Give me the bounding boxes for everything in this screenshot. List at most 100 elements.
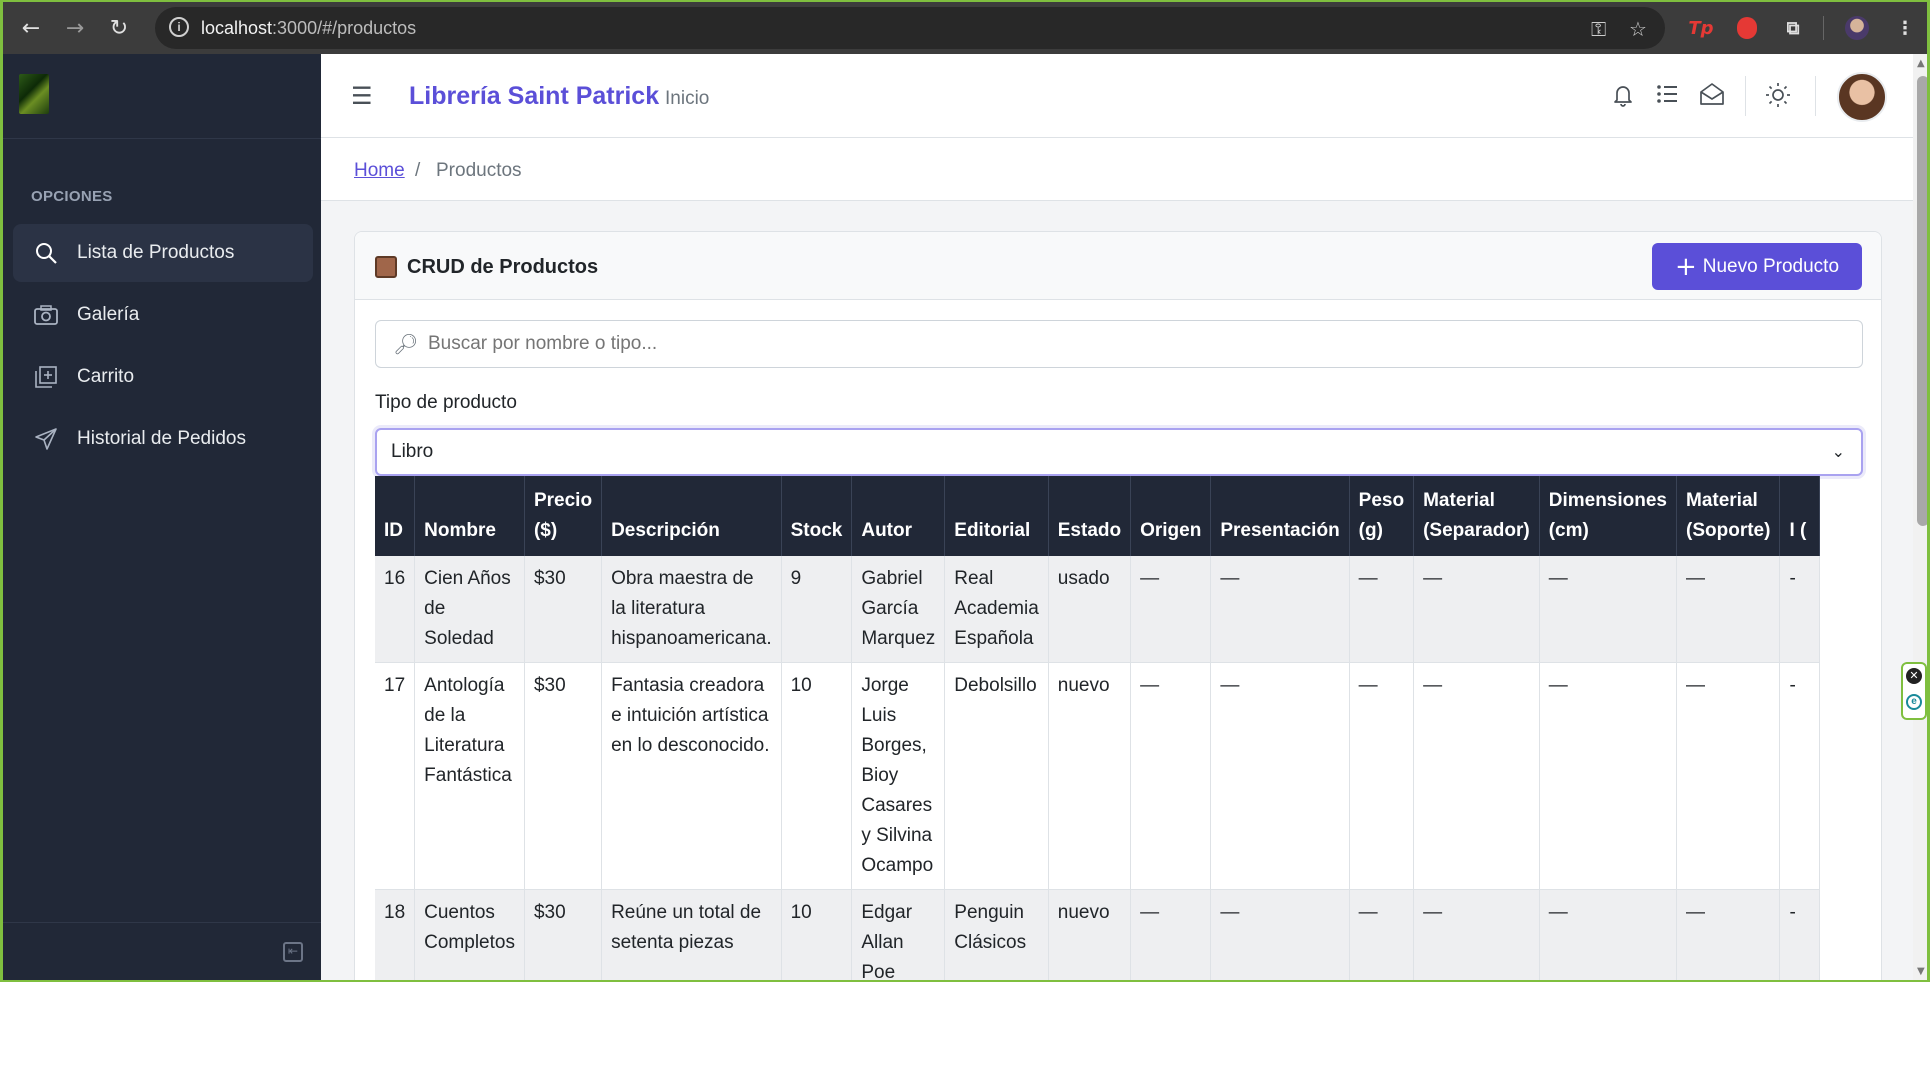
cell-origen: —	[1130, 662, 1212, 890]
cell-stock: 10	[781, 662, 853, 890]
extension-tp-icon[interactable]: Tp	[1687, 14, 1715, 42]
sidebar-item-carrito[interactable]: Carrito	[13, 348, 313, 406]
reload-icon[interactable]: ↻	[105, 14, 133, 42]
search-input[interactable]	[375, 320, 1863, 368]
cell-peso: —	[1349, 662, 1415, 890]
cell-id: 17	[375, 662, 416, 890]
scroll-up-arrow-icon[interactable]: ▲	[1917, 58, 1925, 69]
sidebar-item-historial-pedidos[interactable]: Historial de Pedidos	[13, 410, 313, 468]
sidebar-item-label: Galería	[77, 304, 140, 325]
column-header: Precio ($)	[524, 476, 603, 556]
cell-stock: 10	[781, 889, 853, 980]
box-icon	[375, 256, 397, 278]
back-icon[interactable]: ←	[17, 14, 45, 42]
column-header: Editorial	[944, 476, 1049, 556]
avatar[interactable]	[1837, 72, 1887, 122]
bookmark-star-icon[interactable]: ☆	[1629, 17, 1647, 41]
task-list-icon[interactable]	[1655, 82, 1679, 112]
page-scrollbar[interactable]: ▲ ▼	[1913, 54, 1927, 980]
product-type-select[interactable]: Libro ⌄	[375, 428, 1863, 476]
header-divider	[1745, 76, 1746, 116]
scrollbar-thumb[interactable]	[1917, 76, 1927, 526]
column-header: Descripción	[601, 476, 782, 556]
cell-material-soporte: —	[1676, 556, 1781, 663]
chevron-down-icon: ⌄	[1831, 442, 1845, 461]
card-title: CRUD de Productos	[407, 256, 599, 278]
cell-estado: usado	[1048, 556, 1132, 663]
cell-material-separador: —	[1413, 556, 1540, 663]
plus-icon: +	[1674, 251, 1697, 282]
address-url[interactable]: localhost:3000/#/productos	[201, 18, 416, 39]
send-icon	[31, 424, 61, 454]
cell-nombre: Cien Años de Soledad	[414, 556, 525, 663]
extension-e-icon[interactable]: e	[1906, 694, 1922, 710]
sun-theme-icon[interactable]	[1765, 82, 1791, 114]
cart-add-icon	[31, 362, 61, 392]
forward-icon[interactable]: →	[61, 14, 89, 42]
nav-link-inicio[interactable]: Inicio	[665, 88, 709, 110]
column-header: Stock	[781, 476, 853, 556]
cell-presentacion: —	[1210, 662, 1350, 890]
extensions-puzzle-icon[interactable]: ⧉	[1779, 14, 1807, 42]
cell-nombre: Cuentos Completos	[414, 889, 525, 980]
cell-origen: —	[1130, 556, 1212, 663]
new-product-button[interactable]: + Nuevo Producto	[1652, 243, 1862, 290]
product-type-value: Libro	[391, 441, 434, 462]
scroll-down-arrow-icon[interactable]: ▼	[1917, 966, 1925, 977]
cell-precio: $30	[524, 889, 603, 980]
cell-dimensiones: —	[1539, 889, 1678, 980]
brand-title[interactable]: Librería Saint Patrick	[409, 82, 659, 111]
hamburger-menu-icon[interactable]: ☰	[351, 82, 373, 110]
collapse-sidebar-icon[interactable]: ⇤	[283, 942, 303, 962]
cell-truncated: -	[1779, 662, 1821, 890]
cell-truncated: -	[1779, 556, 1821, 663]
products-card: CRUD de Productos + Nuevo Producto 🔎︎ Ti…	[354, 231, 1882, 980]
products-table-container[interactable]: ID Nombre Precio ($) Descripción Stock A…	[375, 476, 1863, 980]
sidebar-divider	[3, 138, 321, 139]
address-bar[interactable]: i localhost:3000/#/productos ⚿ ☆	[155, 7, 1665, 49]
cell-editorial: Real Academia Española	[944, 556, 1049, 663]
cell-material-separador: —	[1413, 662, 1540, 890]
cell-peso: —	[1349, 889, 1415, 980]
bell-icon[interactable]	[1611, 82, 1635, 114]
product-type-label: Tipo de producto	[375, 392, 517, 413]
cell-origen: —	[1130, 889, 1212, 980]
cell-precio: $30	[524, 662, 603, 890]
browser-menu-icon[interactable]: ⋮	[1891, 14, 1919, 42]
cell-estado: nuevo	[1048, 662, 1132, 890]
breadcrumb-home-link[interactable]: Home	[354, 160, 405, 182]
cell-id: 16	[375, 556, 416, 663]
table-row: 18 Cuentos Completos $30 Reúne un total …	[375, 889, 1821, 980]
url-host: localhost	[201, 18, 273, 38]
column-header: Estado	[1048, 476, 1132, 556]
app-logo[interactable]	[19, 74, 49, 114]
envelope-open-icon[interactable]	[1699, 82, 1725, 112]
cell-presentacion: —	[1210, 889, 1350, 980]
column-header: I (	[1779, 476, 1821, 556]
card-header: CRUD de Productos + Nuevo Producto	[355, 232, 1881, 300]
password-key-icon[interactable]: ⚿	[1591, 17, 1606, 41]
sidebar-item-galeria[interactable]: Galería	[13, 286, 313, 344]
site-info-icon[interactable]: i	[169, 17, 189, 37]
new-product-label: Nuevo Producto	[1702, 255, 1840, 277]
close-circle-icon[interactable]: ✕	[1906, 668, 1922, 684]
breadcrumb: Home / Productos	[321, 138, 1913, 201]
floating-extension-widget[interactable]: ✕ e	[1901, 662, 1927, 720]
extension-shield-icon[interactable]	[1733, 14, 1761, 42]
column-header: Presentación	[1210, 476, 1350, 556]
profile-icon[interactable]	[1843, 14, 1871, 42]
cell-nombre: Antología de la Literatura Fantástica	[414, 662, 525, 890]
cell-presentacion: —	[1210, 556, 1350, 663]
magnifier-icon: 🔎︎	[393, 332, 419, 356]
cell-autor: Jorge Luis Borges, Bioy Casares y Silvin…	[851, 662, 946, 890]
browser-toolbar: ← → ↻ i localhost:3000/#/productos ⚿ ☆ T…	[3, 2, 1927, 54]
column-header: Autor	[851, 476, 946, 556]
sidebar-item-lista-productos[interactable]: Lista de Productos	[13, 224, 313, 282]
toolbar-divider	[1823, 16, 1824, 40]
cell-precio: $30	[524, 556, 603, 663]
cell-stock: 9	[781, 556, 853, 663]
column-header: Origen	[1130, 476, 1212, 556]
cell-descripcion: Reúne un total de setenta piezas	[601, 889, 782, 980]
top-header: ☰ Librería Saint Patrick Inicio	[321, 54, 1913, 138]
header-divider	[1815, 76, 1816, 116]
